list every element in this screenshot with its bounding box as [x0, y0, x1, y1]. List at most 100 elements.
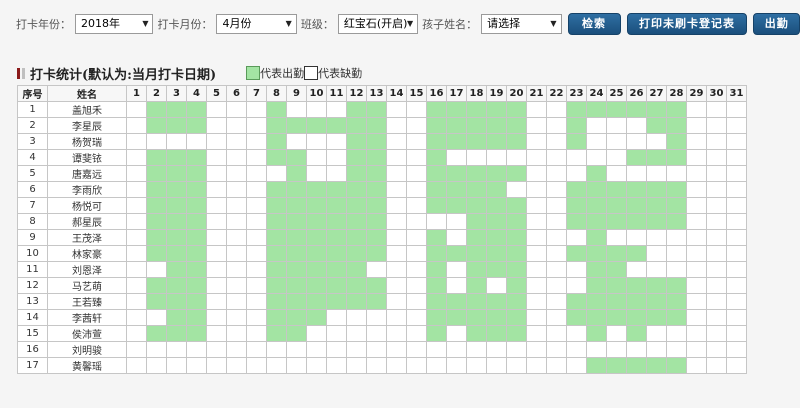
table-row: 9 王茂泽	[17, 229, 747, 246]
attendance-cell-absent	[126, 181, 147, 198]
attendance-cell-present	[486, 293, 507, 310]
attendance-cell-present	[666, 197, 687, 214]
attendance-cell-absent	[226, 245, 247, 262]
attendance-cell-present	[566, 293, 587, 310]
attendance-cell-present	[626, 357, 647, 374]
attendance-cell-absent	[366, 341, 387, 358]
attendance-cell-absent	[226, 101, 247, 118]
filter-bar: 打卡年份： 2018年 ▼ 打卡月份： 4月份 ▼ 班级： 红宝石(开启) ▼ …	[0, 10, 800, 38]
header-day: 8	[266, 85, 287, 102]
attendance-cell-present	[486, 245, 507, 262]
attendance-button[interactable]: 出勤	[753, 13, 800, 35]
header-day: 13	[366, 85, 387, 102]
attendance-cell-present	[426, 261, 447, 278]
class-label: 班级：	[300, 18, 334, 31]
attendance-cell-absent	[206, 181, 227, 198]
row-index: 13	[17, 293, 48, 310]
attendance-cell-absent	[226, 197, 247, 214]
attendance-cell-present	[166, 117, 187, 134]
attendance-cell-absent	[686, 245, 707, 262]
attendance-cell-absent	[306, 165, 327, 182]
attendance-cell-absent	[726, 181, 747, 198]
attendance-cell-present	[286, 165, 307, 182]
class-select[interactable]: 红宝石(开启) ▼	[337, 14, 419, 34]
attendance-cell-present	[186, 165, 207, 182]
month-select[interactable]: 4月份 ▼	[216, 14, 297, 34]
attendance-cell-absent	[506, 357, 527, 374]
attendance-cell-absent	[386, 181, 407, 198]
attendance-cell-absent	[126, 149, 147, 166]
attendance-cell-absent	[626, 229, 647, 246]
attendance-cell-absent	[146, 261, 167, 278]
attendance-cell-absent	[546, 149, 567, 166]
legend-absent-label: 代表缺勤	[318, 67, 363, 80]
attendance-cell-absent	[446, 229, 467, 246]
attendance-cell-absent	[226, 117, 247, 134]
print-unswiped-button[interactable]: 打印未刷卡登记表	[626, 13, 748, 35]
attendance-cell-present	[466, 213, 487, 230]
attendance-cell-absent	[126, 277, 147, 294]
attendance-cell-present	[426, 309, 447, 326]
attendance-cell-present	[266, 293, 287, 310]
attendance-cell-absent	[526, 149, 547, 166]
attendance-cell-present	[286, 149, 307, 166]
attendance-cell-absent	[446, 261, 467, 278]
attendance-cell-absent	[246, 325, 267, 342]
attendance-cell-present	[166, 197, 187, 214]
attendance-cell-absent	[386, 101, 407, 118]
attendance-cell-absent	[246, 341, 267, 358]
attendance-cell-present	[186, 277, 207, 294]
attendance-cell-absent	[626, 165, 647, 182]
table-row: 13 王若臻	[17, 293, 747, 310]
title-marker-secondary	[22, 67, 25, 79]
table-row: 3 杨贺瑞	[17, 133, 747, 150]
attendance-cell-absent	[686, 165, 707, 182]
year-select[interactable]: 2018年 ▼	[75, 14, 154, 34]
attendance-cell-present	[506, 213, 527, 230]
attendance-cell-absent	[706, 261, 727, 278]
section-title: 打卡统计(默认为:当月打卡日期)	[30, 67, 217, 83]
attendance-cell-present	[506, 309, 527, 326]
attendance-cell-absent	[666, 325, 687, 342]
attendance-cell-absent	[506, 341, 527, 358]
table-row: 10 林家豪	[17, 245, 747, 262]
attendance-cell-absent	[566, 277, 587, 294]
attendance-cell-absent	[546, 213, 567, 230]
attendance-cell-absent	[386, 213, 407, 230]
attendance-cell-absent	[566, 261, 587, 278]
attendance-cell-absent	[526, 261, 547, 278]
attendance-cell-present	[146, 181, 167, 198]
attendance-cell-absent	[686, 181, 707, 198]
attendance-cell-absent	[366, 261, 387, 278]
attendance-cell-absent	[546, 117, 567, 134]
attendance-cell-present	[446, 165, 467, 182]
attendance-cell-absent	[726, 213, 747, 230]
attendance-cell-present	[266, 325, 287, 342]
attendance-cell-absent	[206, 261, 227, 278]
attendance-cell-absent	[686, 133, 707, 150]
child-select[interactable]: 请选择 ▼	[481, 14, 562, 34]
row-index: 2	[17, 117, 48, 134]
header-day: 31	[726, 85, 747, 102]
attendance-cell-present	[266, 181, 287, 198]
attendance-cell-present	[566, 245, 587, 262]
row-index: 15	[17, 325, 48, 342]
attendance-cell-present	[166, 277, 187, 294]
attendance-cell-present	[646, 277, 667, 294]
attendance-cell-absent	[206, 229, 227, 246]
table-row: 8 郝星辰	[17, 213, 747, 230]
attendance-cell-present	[666, 117, 687, 134]
month-select-value: 4月份	[222, 17, 252, 30]
month-label: 打卡月份：	[157, 18, 213, 31]
attendance-cell-absent	[406, 357, 427, 374]
attendance-cell-absent	[646, 341, 667, 358]
search-button[interactable]: 检索	[567, 13, 621, 35]
attendance-cell-absent	[706, 245, 727, 262]
attendance-cell-present	[146, 293, 167, 310]
attendance-cell-present	[306, 245, 327, 262]
attendance-cell-present	[346, 293, 367, 310]
attendance-cell-absent	[406, 149, 427, 166]
attendance-cell-present	[266, 309, 287, 326]
attendance-cell-present	[306, 309, 327, 326]
attendance-cell-absent	[126, 101, 147, 118]
